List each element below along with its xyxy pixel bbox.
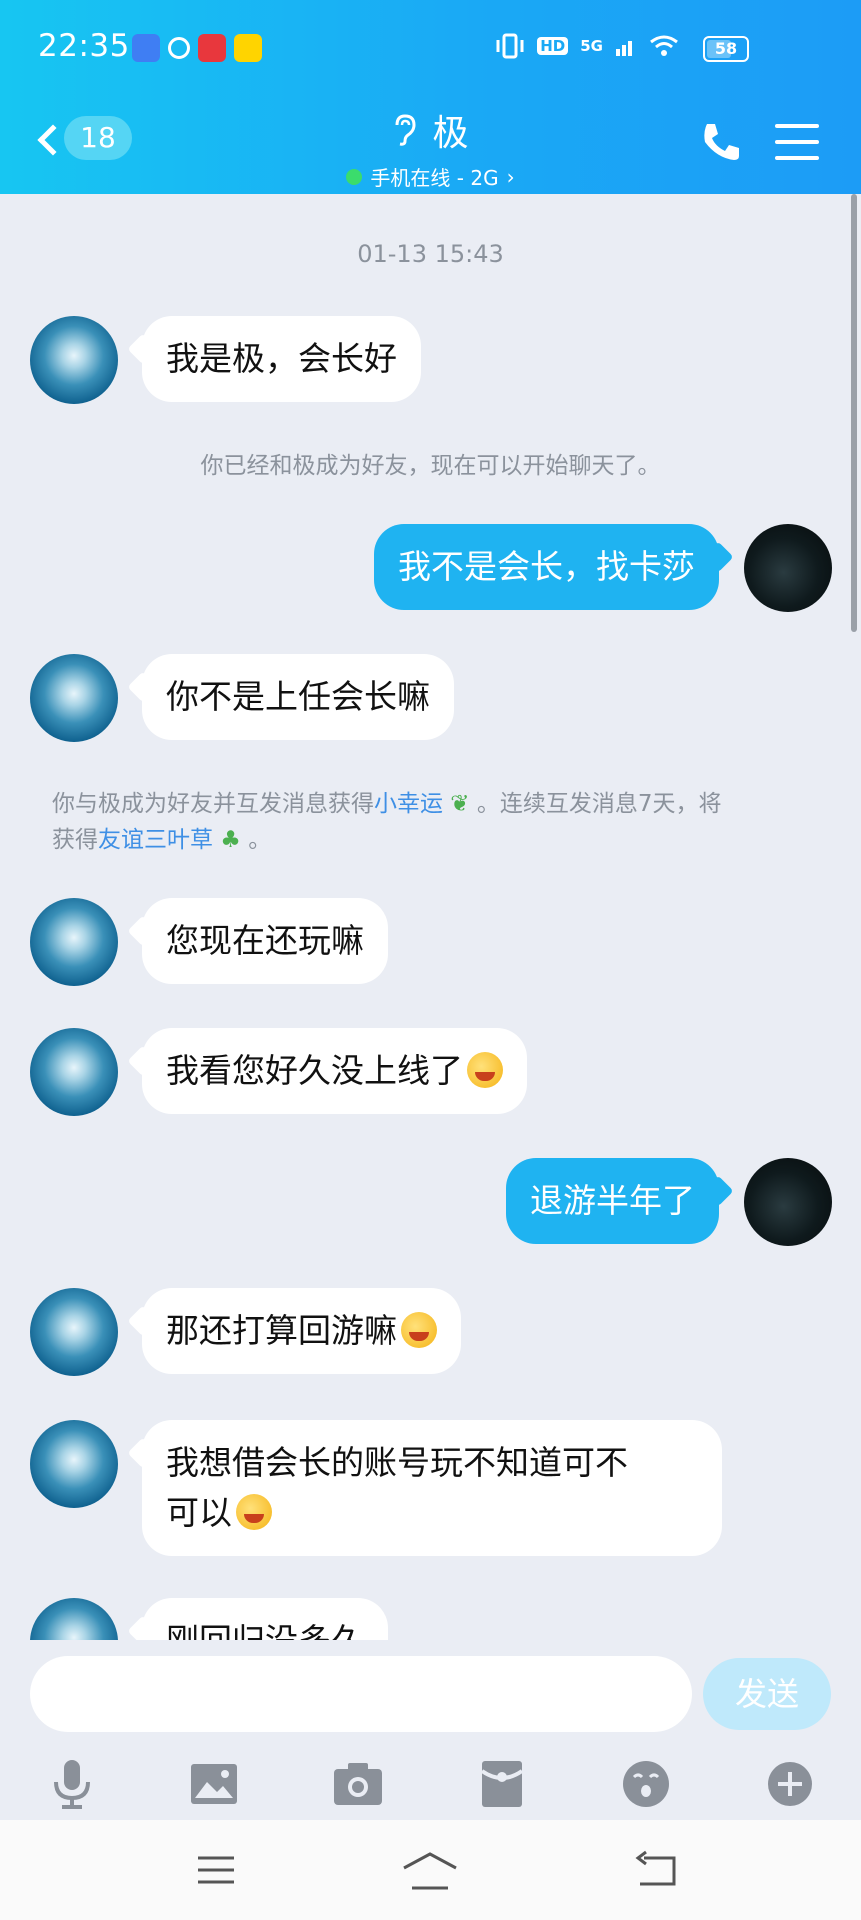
message-bubble-incoming[interactable]: 我看您好久没上线了 xyxy=(142,1028,527,1114)
shop-notification-icon xyxy=(198,34,226,62)
laugh-cry-emoji-icon xyxy=(467,1052,503,1088)
menu-line xyxy=(775,156,819,160)
battery-level: 58 xyxy=(714,39,738,58)
message-text: 那还打算回游嘛 xyxy=(166,1311,397,1350)
laugh-cry-emoji-icon xyxy=(401,1312,437,1348)
vibrate-icon xyxy=(496,33,524,59)
notification-icons xyxy=(132,34,262,62)
message-bubble-incoming[interactable]: 我是极，会长好 xyxy=(142,316,421,402)
lucky-link[interactable]: 小幸运 xyxy=(374,791,443,817)
message-timestamp: 01-13 15:43 xyxy=(357,240,504,268)
message-input[interactable] xyxy=(30,1656,692,1732)
system-message-friend: 你已经和极成为好友，现在可以开始聊天了。 xyxy=(200,453,661,479)
contact-avatar[interactable] xyxy=(30,316,118,404)
contact-name: 极 xyxy=(432,113,469,154)
phone-icon xyxy=(704,124,739,160)
contact-avatar[interactable] xyxy=(30,1028,118,1116)
network-indicator: 5G xyxy=(580,37,603,55)
system-text: 获得 xyxy=(52,827,98,853)
self-avatar[interactable] xyxy=(744,524,832,612)
ear-icon xyxy=(395,114,416,146)
back-nav-button[interactable] xyxy=(628,1850,684,1890)
message-bubble-outgoing[interactable]: 我不是会长，找卡莎 xyxy=(374,524,719,610)
video-notification-icon xyxy=(234,34,262,62)
contact-avatar[interactable] xyxy=(30,654,118,742)
hd-indicator: HD xyxy=(537,37,569,55)
contact-avatar[interactable] xyxy=(30,1420,118,1508)
clover-icon: ♣ xyxy=(213,827,249,853)
message-bubble-incoming[interactable]: 您现在还玩嘛 xyxy=(142,898,388,984)
signal-icon xyxy=(616,41,632,56)
sprout-icon: ❦ xyxy=(443,791,477,817)
system-message-luck: 你与极成为好友并互发消息获得小幸运 ❦ 。连续互发消息7天，将 获得友谊三叶草 … xyxy=(52,786,812,858)
chevron-right-icon: › xyxy=(506,164,515,189)
status-bar: 22:35 HD 5G 58 xyxy=(0,0,861,96)
microphone-icon[interactable] xyxy=(44,1756,100,1812)
menu-line xyxy=(775,124,819,128)
input-toolbar xyxy=(0,1748,861,1820)
image-icon[interactable] xyxy=(186,1756,242,1812)
search-notification-icon xyxy=(168,37,190,59)
contact-avatar[interactable] xyxy=(30,1598,118,1640)
presence-text: 手机在线 - 2G xyxy=(370,166,499,190)
camera-icon[interactable] xyxy=(330,1756,386,1812)
input-bar: 发送 xyxy=(0,1640,861,1820)
system-text: 。 xyxy=(248,827,272,853)
message-bubble-incoming[interactable]: 你不是上任会长嘛 xyxy=(142,654,454,740)
message-bubble-incoming[interactable]: 那还打算回游嘛 xyxy=(142,1288,461,1374)
laugh-cry-emoji-icon xyxy=(236,1494,272,1530)
home-button[interactable] xyxy=(400,1850,457,1890)
system-nav-bar xyxy=(0,1820,861,1920)
message-list[interactable]: 01-13 15:43 我是极，会长好 你已经和极成为好友，现在可以开始聊天了。… xyxy=(0,194,861,1640)
self-avatar[interactable] xyxy=(744,1158,832,1246)
system-text: 你与极成为好友并互发消息获得 xyxy=(52,791,374,817)
wifi-icon xyxy=(650,35,678,56)
message-bubble-outgoing[interactable]: 退游半年了 xyxy=(506,1158,719,1244)
red-packet-icon[interactable] xyxy=(474,1756,530,1812)
message-bubble-incoming[interactable]: 刚回归没多久 xyxy=(142,1598,388,1640)
battery-indicator: 58 xyxy=(703,36,749,62)
plus-icon[interactable] xyxy=(762,1756,818,1812)
voice-call-button[interactable] xyxy=(697,118,745,166)
contact-avatar[interactable] xyxy=(30,898,118,986)
chat-title: 极 xyxy=(392,104,469,156)
clover-link[interactable]: 友谊三叶草 xyxy=(98,827,213,853)
recent-apps-button[interactable] xyxy=(188,1850,244,1890)
presence-status[interactable]: 手机在线 - 2G › xyxy=(346,162,515,191)
message-bubble-incoming[interactable]: 我想借会长的账号玩不知道可不 可以 xyxy=(142,1420,722,1556)
chat-header: 22:35 HD 5G 58 18 极 手机在线 - 2G › xyxy=(0,0,861,194)
app-notification-icon xyxy=(132,34,160,62)
message-text: 可以 xyxy=(166,1493,232,1532)
menu-line xyxy=(775,140,819,144)
emoji-icon[interactable] xyxy=(618,1756,674,1812)
message-text: 我看您好久没上线了 xyxy=(166,1051,463,1090)
send-button[interactable]: 发送 xyxy=(703,1658,831,1730)
system-text: 。连续互发消息7天，将 xyxy=(476,791,722,817)
online-dot-icon xyxy=(346,168,363,185)
status-time: 22:35 xyxy=(38,28,130,64)
message-text: 我想借会长的账号玩不知道可不 xyxy=(166,1443,628,1482)
contact-avatar[interactable] xyxy=(30,1288,118,1376)
more-menu-button[interactable] xyxy=(773,118,821,166)
